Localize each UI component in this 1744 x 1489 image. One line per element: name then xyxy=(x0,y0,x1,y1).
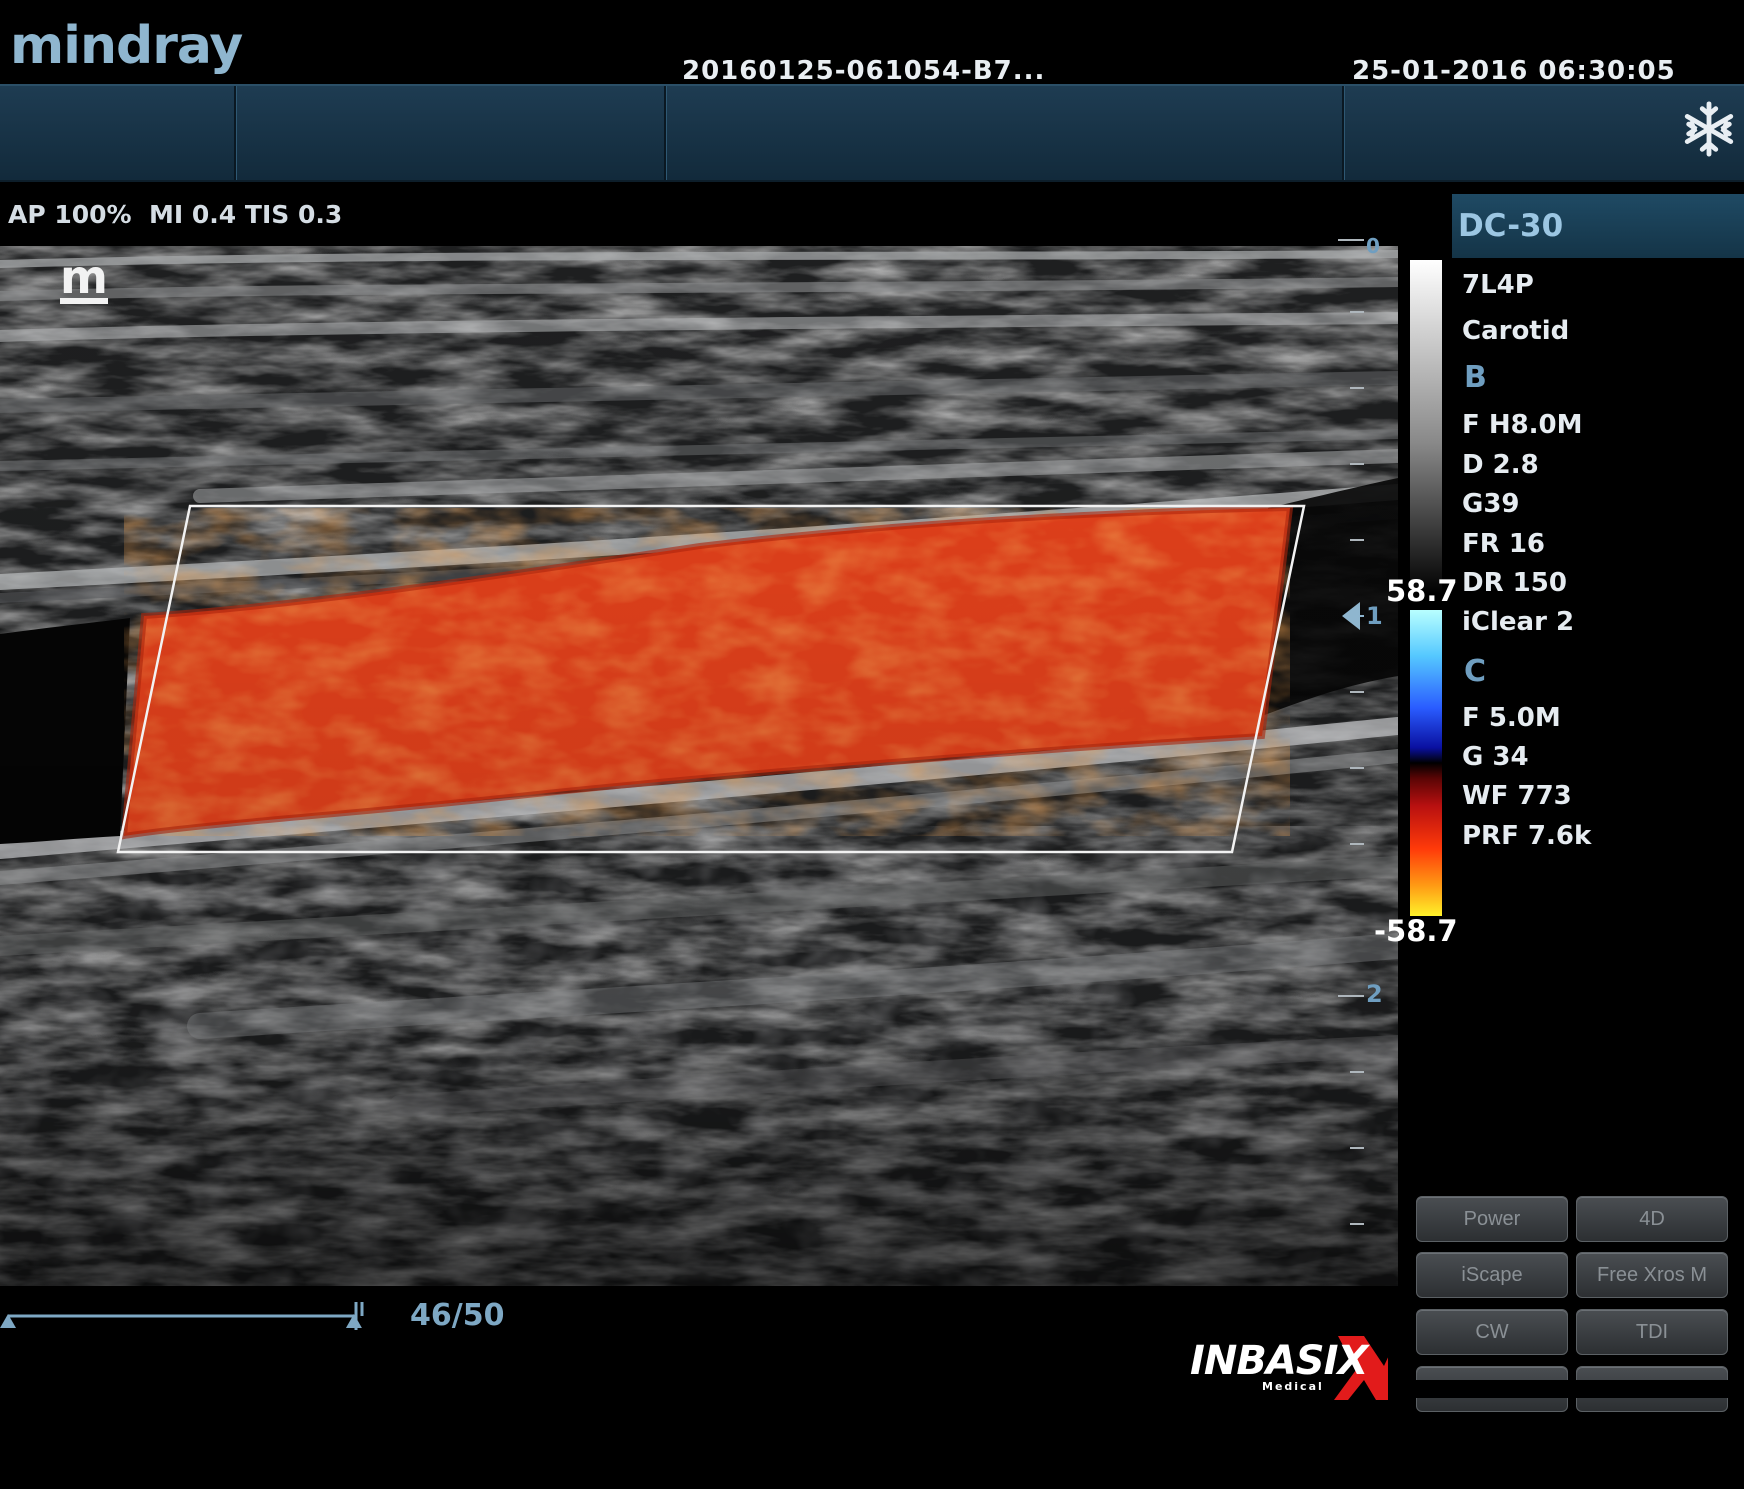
grayscale-bar xyxy=(1410,260,1442,594)
probe-name[interactable]: 7L4P xyxy=(1462,270,1534,300)
b-param: iClear 2 xyxy=(1462,607,1575,637)
header-bar xyxy=(0,84,1744,182)
depth-label-0: 0 xyxy=(1366,234,1380,258)
frame-counter: 46/50 xyxy=(410,1298,505,1333)
watermark-logo: INBASIX xyxy=(1190,1338,1368,1384)
exam-preset[interactable]: Carotid xyxy=(1462,316,1569,346)
cw-mode-button[interactable]: CW xyxy=(1416,1309,1568,1355)
header-exam-cell[interactable] xyxy=(666,86,1344,180)
model-name: DC-30 xyxy=(1458,208,1564,244)
c-param: F 5.0M xyxy=(1462,703,1561,733)
date-time: 25-01-2016 06:30:05 xyxy=(1352,56,1676,86)
depth-label-2: 2 xyxy=(1366,980,1383,1008)
b-param: D 2.8 xyxy=(1462,450,1539,480)
depth-scale xyxy=(1330,236,1380,1236)
ultrasound-image[interactable] xyxy=(0,246,1398,1286)
exam-id[interactable]: 20160125-061054-B7... xyxy=(682,56,1045,86)
c-mode-label: C xyxy=(1464,654,1487,689)
iscape-button[interactable]: iScape xyxy=(1416,1252,1568,1298)
orientation-marker-label: m xyxy=(60,250,108,304)
orientation-marker: m xyxy=(58,250,110,308)
b-param: FR 16 xyxy=(1462,529,1546,559)
acoustic-power-readout: AP 100% MI 0.4 TIS 0.3 xyxy=(8,200,343,229)
velocity-scale-bottom: -58.7 xyxy=(1374,914,1458,948)
button-panel-edge xyxy=(1410,1380,1744,1398)
depth-label-1: 1 xyxy=(1366,602,1383,630)
snowflake-icon[interactable] xyxy=(1680,100,1738,158)
c-param: G 34 xyxy=(1462,742,1529,772)
c-param: PRF 7.6k xyxy=(1462,821,1592,851)
4d-mode-button[interactable]: 4D xyxy=(1576,1196,1728,1242)
cine-slider[interactable] xyxy=(0,1296,400,1336)
b-param: DR 150 xyxy=(1462,568,1567,598)
b-mode-label: B xyxy=(1464,360,1487,395)
velocity-scale-top: 58.7 xyxy=(1386,574,1458,608)
c-param: WF 773 xyxy=(1462,781,1572,811)
brand-logo: mindray xyxy=(10,16,243,76)
color-velocity-bar xyxy=(1410,610,1442,916)
b-param: F H8.0M xyxy=(1462,410,1583,440)
power-mode-button[interactable]: Power xyxy=(1416,1196,1568,1242)
tdi-mode-button[interactable]: TDI xyxy=(1576,1309,1728,1355)
header-datetime-cell xyxy=(1344,86,1644,180)
watermark-subtitle: Medical xyxy=(1262,1380,1324,1393)
header-patient-cell[interactable] xyxy=(236,86,666,180)
free-xros-m-button[interactable]: Free Xros M xyxy=(1576,1252,1728,1298)
header-brand-cell xyxy=(0,86,236,180)
b-param: G39 xyxy=(1462,489,1520,519)
focus-marker-icon[interactable] xyxy=(1342,602,1360,630)
